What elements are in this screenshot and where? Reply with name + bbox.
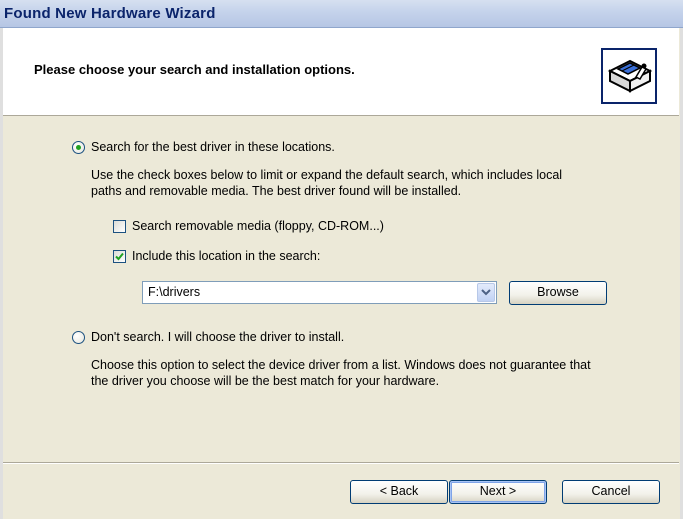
footer-divider	[3, 462, 679, 464]
search-radio-label[interactable]: Search for the best driver in these loca…	[91, 140, 335, 154]
radio-selected-dot	[76, 145, 81, 150]
location-value: F:\drivers	[148, 285, 201, 299]
wizard-window: Found New Hardware Wizard Please choose …	[0, 0, 683, 519]
dont-search-radio[interactable]	[72, 331, 85, 344]
search-radio[interactable]	[72, 141, 85, 154]
window-title: Found New Hardware Wizard	[4, 5, 216, 22]
next-button[interactable]: Next >	[449, 480, 547, 504]
include-location-label[interactable]: Include this location in the search:	[132, 249, 320, 263]
title-bar[interactable]: Found New Hardware Wizard	[0, 0, 683, 28]
removable-media-label[interactable]: Search removable media (floppy, CD-ROM..…	[132, 219, 384, 233]
dont-search-radio-label[interactable]: Don't search. I will choose the driver t…	[91, 330, 344, 344]
removable-media-checkbox[interactable]	[113, 220, 126, 233]
chevron-down-icon	[481, 289, 491, 296]
dont-search-description-line1: Choose this option to select the device …	[91, 358, 591, 372]
search-description-line2: paths and removable media. The best driv…	[91, 184, 462, 198]
header-title: Please choose your search and installati…	[34, 62, 355, 77]
checkmark-icon	[115, 252, 124, 261]
search-description-line1: Use the check boxes below to limit or ex…	[91, 168, 563, 182]
back-button[interactable]: < Back	[350, 480, 448, 504]
browse-button[interactable]: Browse	[509, 281, 607, 305]
location-combobox[interactable]: F:\drivers	[142, 281, 497, 304]
include-location-checkbox[interactable]	[113, 250, 126, 263]
cancel-button[interactable]: Cancel	[562, 480, 660, 504]
dropdown-button[interactable]	[477, 283, 495, 302]
hardware-wizard-icon	[601, 48, 657, 104]
wizard-header: Please choose your search and installati…	[3, 28, 679, 116]
dont-search-description-line2: the driver you choose will be the best m…	[91, 374, 440, 388]
